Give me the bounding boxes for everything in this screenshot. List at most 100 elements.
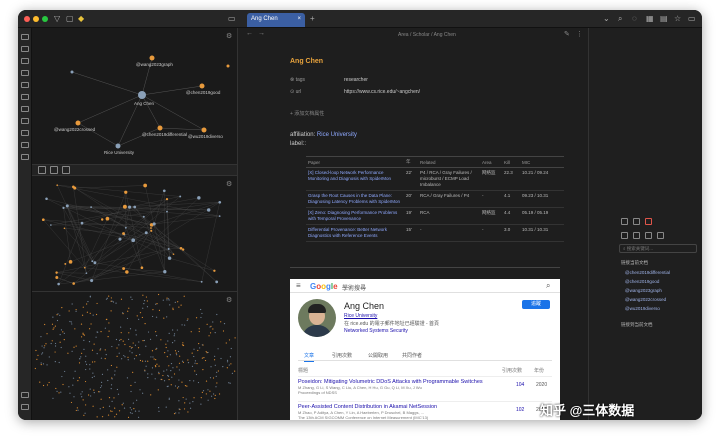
graph-node[interactable] [70,401,73,404]
graph-node[interactable] [93,375,95,377]
graph-node[interactable] [130,409,133,411]
graph-node[interactable] [51,340,53,342]
graph-node[interactable] [104,327,106,329]
google-logo[interactable]: Google [310,282,338,291]
graph-node[interactable] [196,362,198,365]
graph-node[interactable] [96,331,98,333]
graph-node[interactable] [85,272,88,275]
graph-node[interactable] [143,339,146,342]
graph-node[interactable] [40,363,42,366]
graph-node[interactable] [200,280,203,283]
graph-node[interactable] [105,354,107,356]
graph-node[interactable] [87,300,89,303]
graph-node[interactable] [152,356,154,358]
graph-node[interactable] [210,395,213,397]
graph-node[interactable] [180,304,182,306]
graph-node[interactable] [179,195,182,198]
graph-node[interactable] [45,343,47,345]
graph-node[interactable] [118,352,120,354]
graph-node[interactable] [102,406,104,408]
graph-node[interactable] [176,366,178,368]
graph-node[interactable] [141,360,144,362]
column-header[interactable]: Related [418,156,480,168]
graph-node[interactable] [186,319,188,322]
graph-node[interactable] [207,351,209,354]
graph-node[interactable] [204,359,207,362]
graph-node[interactable] [68,386,70,388]
graph-node[interactable] [41,345,43,347]
graph-node[interactable] [157,389,159,391]
graph-node[interactable] [100,348,102,350]
graph-node[interactable] [183,295,185,297]
graph-node[interactable] [173,335,175,337]
graph-node[interactable] [147,373,149,375]
graph-node[interactable] [82,306,84,308]
graph-node[interactable] [62,331,64,333]
graph-node[interactable] [174,340,176,342]
graph-node[interactable] [84,361,87,363]
graph-node-current[interactable] [138,91,146,99]
graph-node[interactable] [135,329,137,331]
graph-node[interactable] [226,361,229,363]
graph-node[interactable] [114,407,116,409]
graph-node[interactable] [96,302,98,305]
graph-node[interactable] [118,410,121,412]
more-options-icon[interactable]: ⋮ [576,30,583,38]
graph-node[interactable] [132,402,134,404]
graph-node[interactable] [138,318,140,320]
graph-node[interactable] [212,377,215,379]
plugin-icon[interactable]: ◆ [78,13,84,25]
graph-node[interactable] [99,349,101,351]
graph-node[interactable] [89,312,91,314]
graph-node[interactable] [88,341,91,343]
graph-node[interactable] [145,345,147,347]
graph-node[interactable] [139,389,141,391]
graph-node[interactable] [226,367,228,369]
graph-node[interactable] [131,238,136,243]
graph-node[interactable] [99,386,102,389]
graph-node[interactable] [40,362,42,364]
graph-node[interactable] [36,358,38,360]
graph-node[interactable] [215,280,219,284]
backlinks-icon[interactable] [621,218,628,225]
graph-node[interactable] [128,332,130,334]
graph-node[interactable] [129,407,131,409]
graph-node[interactable] [116,388,119,391]
graph-node[interactable] [58,361,60,364]
graph-node[interactable] [125,270,129,274]
graph-node[interactable] [72,377,75,379]
graph-node[interactable] [71,323,73,325]
graph-node[interactable] [63,332,65,334]
graph-node[interactable] [100,381,103,383]
graph-node[interactable] [100,357,103,359]
graph-node[interactable] [83,339,85,341]
graph-node[interactable] [60,329,63,331]
graph-node[interactable] [91,376,93,379]
graph-node[interactable] [142,392,144,394]
graph-node[interactable] [41,352,44,354]
graph-node[interactable] [86,303,88,305]
templates-icon[interactable] [21,106,29,112]
graph-node[interactable] [90,206,93,209]
graph-node[interactable] [210,325,212,327]
graph-node[interactable] [153,358,155,360]
graph-node[interactable] [190,331,192,333]
graph-node[interactable] [137,347,140,349]
graph-node[interactable] [155,358,157,361]
graph-node[interactable] [110,297,112,299]
graph-node[interactable] [205,393,207,395]
graph-node[interactable] [81,396,83,398]
graph-node[interactable] [168,365,170,367]
graph-node[interactable] [229,382,231,384]
graph-node[interactable] [92,372,94,374]
graph-node[interactable] [134,410,137,412]
graph-node[interactable] [147,331,150,333]
graph-node[interactable] [74,370,76,372]
graph-node[interactable] [178,379,180,381]
graph-node[interactable] [197,381,200,384]
graph-node[interactable] [117,393,120,395]
search-ribbon-icon[interactable] [21,46,29,52]
graph-node[interactable] [209,326,211,328]
graph-node[interactable] [234,370,236,372]
graph-node[interactable] [167,340,169,342]
